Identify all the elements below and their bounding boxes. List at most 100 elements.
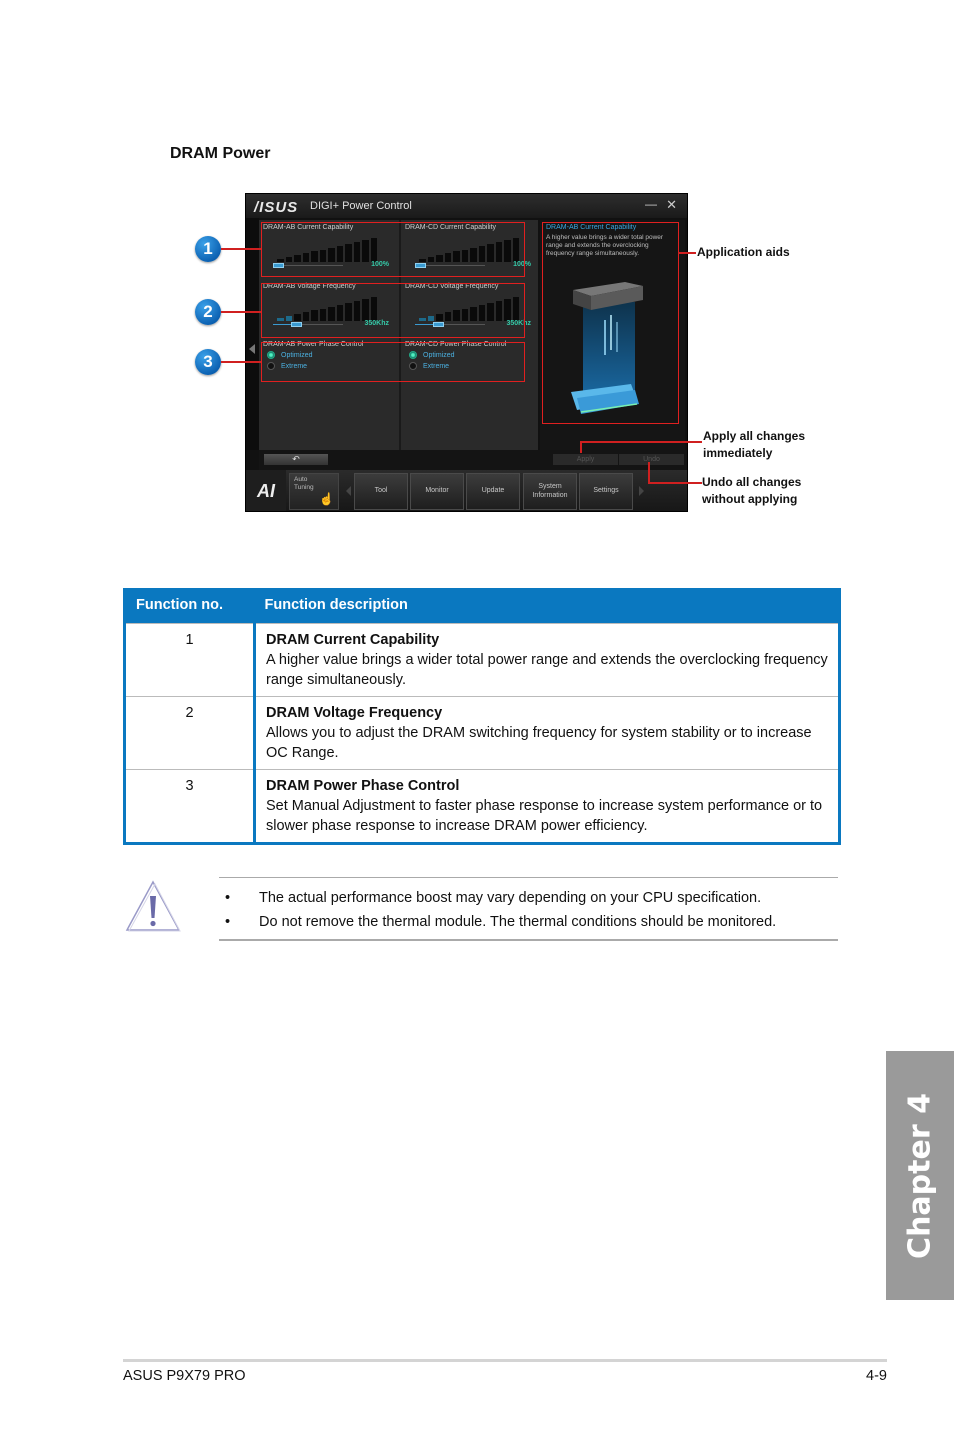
- note-item: • The actual performance boost may vary …: [225, 890, 761, 906]
- level-bar: [419, 318, 426, 321]
- title-bar: /ISUS DIGI+ Power Control — ✕: [246, 194, 687, 218]
- window-title: DIGI+ Power Control: [310, 200, 412, 212]
- dram-ab-current-panel: DRAM-AB Current Capability 100%: [259, 220, 397, 275]
- radio-optimized[interactable]: Optimized: [409, 351, 455, 359]
- nav-right-arrow-icon[interactable]: [639, 486, 644, 496]
- level-bar: [419, 259, 426, 262]
- level-bar: [436, 314, 443, 321]
- footer-rule: [123, 1359, 887, 1362]
- level-bar: [470, 306, 477, 321]
- callout-apply: Apply all changes immediately: [703, 429, 806, 460]
- level-bar: [302, 253, 309, 262]
- nav-tool-button[interactable]: Tool: [354, 473, 408, 510]
- level-bar: [453, 310, 460, 321]
- slider-thumb[interactable]: [433, 322, 444, 327]
- callout-line-undo-h: [648, 482, 702, 484]
- table-row: 3 DRAM Power Phase Control Set Manual Ad…: [124, 768, 840, 843]
- radio-extreme[interactable]: Extreme: [409, 362, 449, 370]
- level-bar: [328, 247, 335, 262]
- level-bar: [345, 243, 352, 262]
- callout-line-apply-h: [580, 441, 702, 443]
- level-bar: [453, 251, 460, 262]
- hand-pointer-icon: ☝: [319, 492, 334, 506]
- slider-thumb[interactable]: [415, 263, 426, 268]
- radio-button[interactable]: [267, 362, 275, 370]
- slider-thumb[interactable]: [273, 263, 284, 268]
- radio-button[interactable]: [409, 362, 417, 370]
- warning-icon: [125, 880, 181, 932]
- level-bar: [294, 255, 301, 262]
- callout-badge-2: 2: [195, 299, 221, 325]
- header-function-description: Function description: [254, 588, 840, 623]
- level-bar: [495, 300, 502, 321]
- undo-button[interactable]: Undo: [619, 454, 684, 465]
- level-bar: [277, 318, 284, 321]
- panel-label: DRAM-AB Voltage Frequency: [263, 283, 356, 290]
- slider-thumb[interactable]: [291, 322, 302, 327]
- function-table: Function no. Function description 1 DRAM…: [123, 588, 841, 845]
- back-button[interactable]: ↶: [264, 454, 328, 465]
- panel-label: DRAM-CD Current Capability: [405, 224, 497, 231]
- aid-text: A higher value brings a wider total powe…: [546, 234, 664, 258]
- row-title: DRAM Voltage Frequency: [266, 704, 443, 721]
- level-bar: [427, 257, 434, 262]
- radio-button-checked[interactable]: [267, 351, 275, 359]
- panel-value: 350Khz: [364, 320, 389, 327]
- action-bar: ↶ Apply Undo: [259, 450, 687, 470]
- nav-settings-button[interactable]: Settings: [579, 473, 633, 510]
- level-bar: [336, 304, 343, 321]
- collapse-arrow-icon[interactable]: [249, 344, 255, 354]
- row-text: Set Manual Adjustment to faster phase re…: [266, 797, 823, 834]
- note-text: The actual performance boost may vary de…: [259, 890, 762, 906]
- nav-left-arrow-icon[interactable]: [346, 486, 351, 496]
- level-bar: [504, 299, 511, 321]
- minimize-icon[interactable]: —: [645, 197, 657, 211]
- dram-illustration-icon: [571, 282, 643, 414]
- panel-label: DRAM-CD Voltage Frequency: [405, 283, 499, 290]
- level-bar: [512, 238, 519, 262]
- close-icon[interactable]: ✕: [666, 197, 677, 213]
- dram-cd-current-panel: DRAM-CD Current Capability 100%: [401, 220, 539, 275]
- main-nav-bar: AI Auto Tuning ☝ Tool Monitor Update Sys…: [246, 470, 687, 511]
- panel-label: DRAM-CD Power Phase Control: [405, 341, 507, 348]
- nav-monitor-button[interactable]: Monitor: [410, 473, 464, 510]
- radio-extreme[interactable]: Extreme: [267, 362, 307, 370]
- level-bar: [285, 316, 292, 321]
- dram-cd-phase-panel: DRAM-CD Power Phase Control Optimized Ex…: [401, 337, 539, 375]
- note-item: • Do not remove the thermal module. The …: [225, 914, 776, 930]
- ai-suite-logo: AI: [246, 470, 286, 511]
- radio-label: Optimized: [281, 351, 313, 359]
- row-number: 2: [124, 695, 256, 769]
- panel-label: DRAM-AB Current Capability: [263, 224, 354, 231]
- level-bar: [444, 253, 451, 262]
- dram-ab-voltage-panel: DRAM-AB Voltage Frequency 350Khz: [259, 279, 397, 334]
- callout-line-3: [221, 361, 261, 363]
- nav-update-button[interactable]: Update: [466, 473, 520, 510]
- radio-optimized[interactable]: Optimized: [267, 351, 313, 359]
- asus-logo: /ISUS: [254, 199, 299, 216]
- panel-label: DRAM-AB Power Phase Control: [263, 341, 364, 348]
- dram-cd-voltage-panel: DRAM-CD Voltage Frequency 350Khz: [401, 279, 539, 334]
- row-description: DRAM Power Phase Control Set Manual Adju…: [254, 768, 840, 843]
- level-bar: [504, 240, 511, 262]
- nav-system-information-button[interactable]: System Information: [523, 473, 577, 510]
- level-bars: [277, 238, 377, 262]
- level-bar: [461, 308, 468, 321]
- panel-value: 350Khz: [506, 320, 531, 327]
- level-bar: [311, 251, 318, 262]
- callout-badge-3: 3: [195, 349, 221, 375]
- bullet: •: [225, 890, 231, 906]
- auto-tuning-button[interactable]: Auto Tuning ☝: [289, 473, 339, 510]
- level-bars: [419, 238, 519, 262]
- level-bar: [470, 247, 477, 262]
- row-title: DRAM Current Capability: [266, 631, 440, 648]
- bullet: •: [225, 914, 231, 930]
- level-bar: [495, 241, 502, 262]
- header-function-no: Function no.: [124, 588, 255, 623]
- radio-label: Extreme: [423, 362, 450, 370]
- callout-line-apply-v: [580, 441, 582, 453]
- radio-button-checked[interactable]: [409, 351, 417, 359]
- level-bar: [336, 245, 343, 262]
- level-bar: [345, 302, 352, 321]
- apply-button[interactable]: Apply: [553, 454, 618, 465]
